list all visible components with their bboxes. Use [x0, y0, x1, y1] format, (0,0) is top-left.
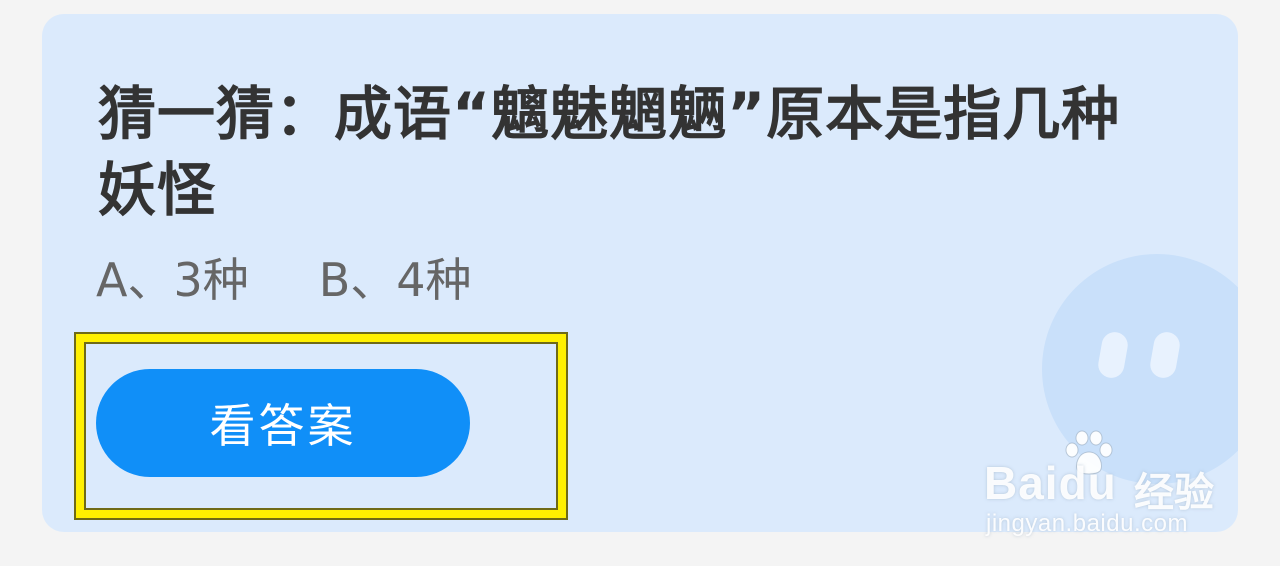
- option-a: A、3种: [96, 253, 249, 307]
- question-text: 猜一猜：成语“魑魅魍魉”原本是指几种妖怪: [98, 80, 1121, 224]
- watermark-brand: Baidu: [984, 457, 1117, 509]
- option-b: B、4种: [318, 253, 472, 307]
- baidu-jingyan-watermark: Baidu 经验 jingyan.baidu.com: [978, 430, 1218, 540]
- view-answer-button[interactable]: 看答案: [96, 369, 470, 477]
- mascot-right-eye: [1148, 330, 1182, 380]
- watermark-site: jingyan.baidu.com: [986, 510, 1188, 537]
- answer-options: A、3种 B、4种: [96, 252, 472, 308]
- mascot-left-eye: [1096, 330, 1130, 380]
